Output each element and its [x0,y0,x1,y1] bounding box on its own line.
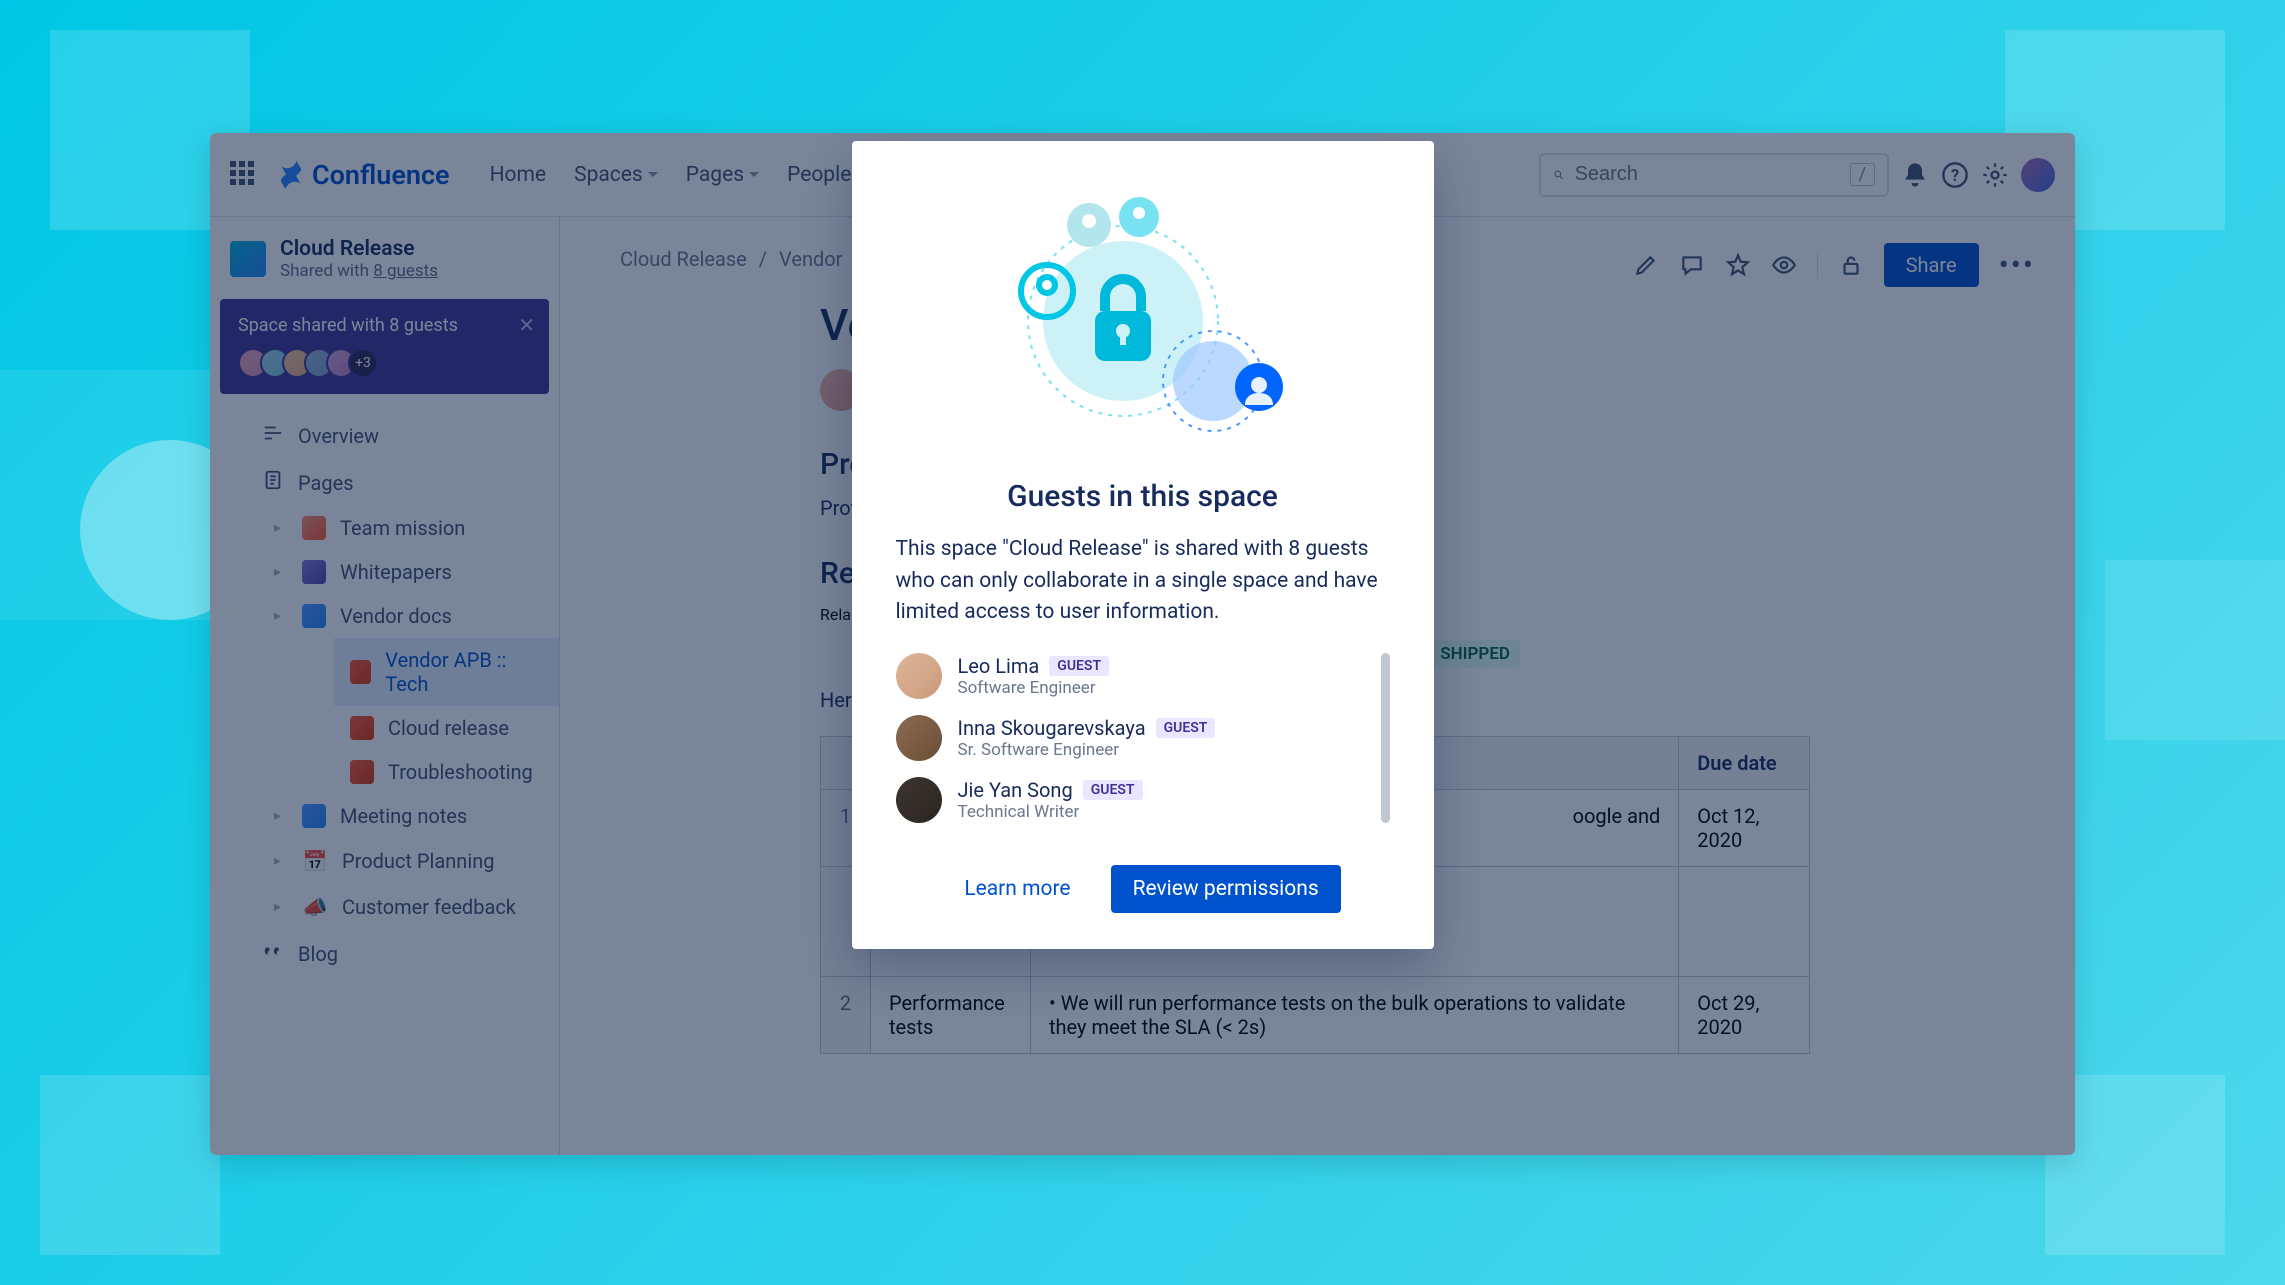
guest-badge: GUEST [1049,656,1109,676]
scrollbar[interactable] [1381,653,1390,823]
guests-modal: Guests in this space This space "Cloud R… [852,141,1434,949]
guest-avatar [896,653,942,699]
review-permissions-button[interactable]: Review permissions [1111,865,1341,913]
guest-row[interactable]: Inna SkougarevskayaGUEST Sr. Software En… [896,715,1374,761]
app-frame: Confluence Home Spaces Pages People Apps… [210,133,2075,1155]
guest-list: Leo LimaGUEST Software Engineer Inna Sko… [896,653,1390,823]
modal-illustration [896,181,1390,451]
guest-badge: GUEST [1156,718,1216,738]
guest-avatar [896,715,942,761]
guest-row[interactable]: Jie Yan SongGUEST Technical Writer [896,777,1374,823]
modal-title: Guests in this space [896,479,1390,514]
guest-row[interactable]: Leo LimaGUEST Software Engineer [896,653,1374,699]
learn-more-button[interactable]: Learn more [944,865,1090,913]
modal-description: This space "Cloud Release" is shared wit… [896,534,1390,629]
guest-badge: GUEST [1083,780,1143,800]
guest-avatar [896,777,942,823]
